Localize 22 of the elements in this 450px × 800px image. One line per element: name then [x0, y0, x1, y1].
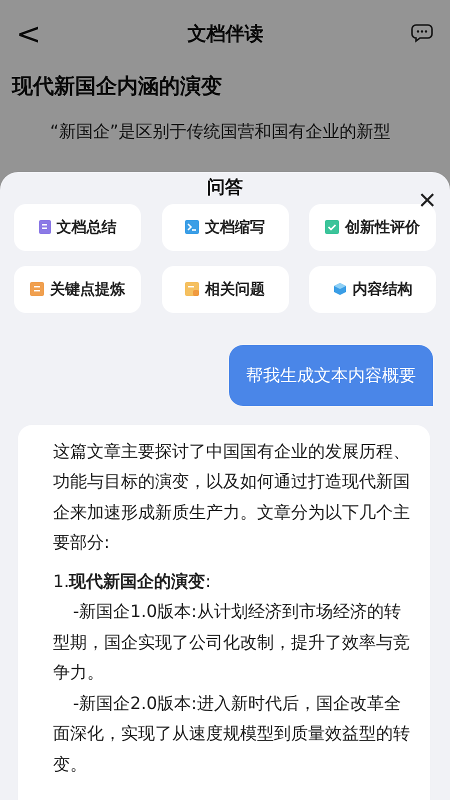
article-title: 现代新国企内涵的演变 [10, 73, 223, 100]
action-button[interactable]: 内容结构 [309, 266, 436, 312]
action-button[interactable]: 文档总结 [14, 204, 141, 250]
action-button[interactable]: 相关问题 [162, 266, 288, 312]
list-icon [30, 282, 44, 296]
note-icon [185, 282, 199, 296]
sheet-title: 问答 [207, 176, 243, 199]
page-title: 文档伴读 [188, 22, 264, 47]
answer-bullet: -新国企1.0版本:从计划经济到市场经济的转型期，国企实现了公司化改制，提升了效率与竞争力。 [53, 601, 411, 685]
article-paragraph: “新国企”是区别于传统国营和国有企业的新型 [49, 121, 392, 143]
cube-icon [332, 282, 346, 296]
check-icon [325, 220, 339, 234]
answer-bullet: -新国企2.0版本:进入新时代后，国企改革全面深化，实现了从速度规模型到质量效益型的转变。 [53, 692, 411, 776]
back-button[interactable]: < [16, 16, 42, 52]
chat-icon[interactable] [410, 23, 434, 45]
section-heading: 1.现代新国企的演变: [53, 570, 212, 594]
action-button[interactable]: 关键点提炼 [14, 266, 141, 312]
document-icon [38, 220, 50, 234]
user-message: 帮我生成文本内容概要 [229, 344, 433, 406]
action-button[interactable]: 文档缩写 [162, 204, 288, 250]
terminal-icon [185, 220, 199, 234]
answer-text: 这篇文章主要探讨了中国国有企业的发展历程、功能与目标的演变，以及如何通过打造现代新国企来加速形成新质生产力。文章分为以下几个主要部分: [53, 440, 411, 555]
